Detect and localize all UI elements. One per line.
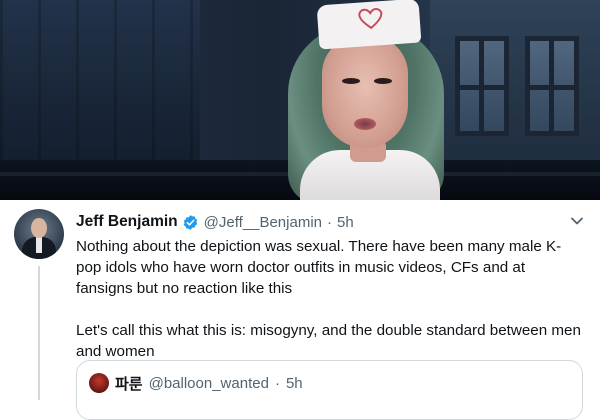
background-window — [525, 36, 579, 136]
face — [322, 36, 408, 148]
heart-icon — [358, 7, 383, 30]
background-window — [455, 36, 509, 136]
quoted-author-name: 파룬 — [115, 375, 143, 393]
author-name[interactable]: Jeff Benjamin — [76, 213, 178, 231]
quoted-author-handle: @balloon_wanted — [148, 374, 269, 392]
avatar-shirt — [36, 237, 42, 253]
thread-connector-line — [38, 266, 40, 400]
quoted-tweet-timestamp: 5h — [285, 374, 303, 392]
author-handle[interactable]: @Jeff__Benjamin — [204, 214, 322, 231]
tweet-timestamp[interactable]: 5h — [337, 214, 354, 231]
chevron-down-icon[interactable] — [569, 213, 585, 229]
eye — [374, 78, 392, 84]
author-avatar[interactable] — [14, 209, 64, 259]
tweet-paragraph: Nothing about the depiction was sexual. … — [76, 238, 562, 297]
avatar-head — [31, 218, 47, 238]
nurse-cap — [316, 0, 422, 50]
eye — [342, 78, 360, 84]
quoted-tweet[interactable]: 파룬 @balloon_wanted · 5h — [76, 360, 583, 420]
person-figure — [270, 0, 460, 200]
dot-separator: · — [274, 374, 280, 392]
tweet-paragraph: Let's call this what this is: misogyny, … — [76, 322, 581, 360]
quoted-tweet-header: 파룬 @balloon_wanted · 5h — [115, 373, 303, 393]
verified-badge-icon — [183, 214, 197, 230]
lips — [354, 118, 376, 130]
tweet-media-image[interactable] — [0, 0, 600, 200]
quoted-author-avatar[interactable] — [89, 373, 109, 393]
dot-separator: · — [327, 213, 332, 231]
tweet-header: Jeff Benjamin @Jeff__Benjamin · 5h — [76, 212, 354, 232]
